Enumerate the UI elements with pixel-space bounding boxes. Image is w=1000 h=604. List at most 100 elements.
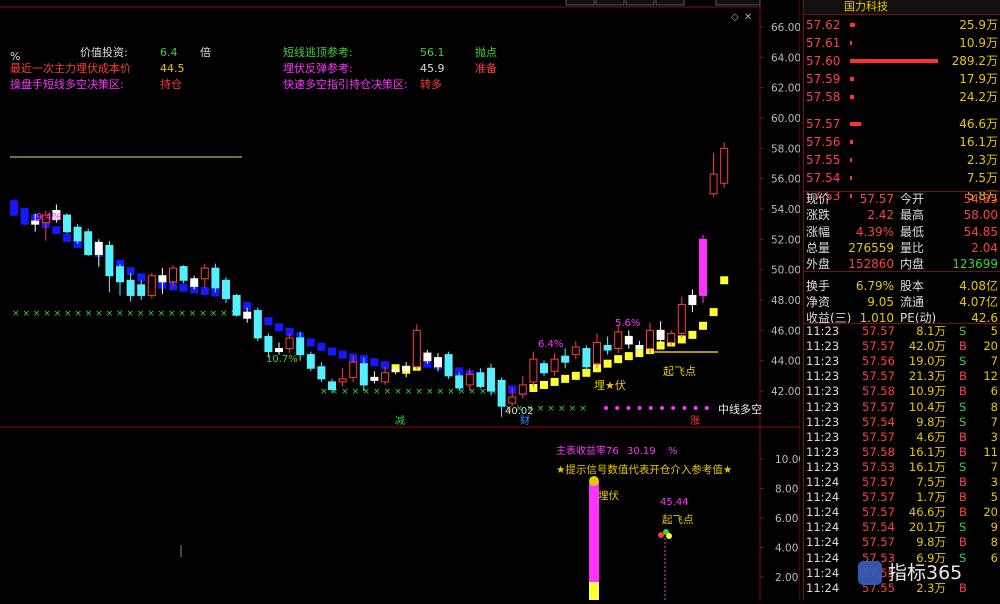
candle-body <box>434 357 442 368</box>
tick-row[interactable]: 11:24 57.57 9.8万 B 8 <box>804 535 1000 550</box>
axis-label: 42.00 <box>771 386 800 398</box>
ambush-signal: 准备 <box>475 61 497 75</box>
x-marker: × <box>352 387 360 397</box>
order-book-row[interactable]: 57.57 46.6万 <box>804 115 1000 133</box>
candle-body <box>635 345 644 350</box>
x-marker: × <box>569 404 577 414</box>
tick-row[interactable]: 11:23 57.57 42.0万 B 20 <box>804 339 1000 354</box>
tick-side: B <box>959 444 967 459</box>
candle-body <box>603 345 612 351</box>
tick-row[interactable]: 11:24 57.54 20.1万 S 9 <box>804 520 1000 535</box>
toolbar-buttons[interactable]: ◇ ✕ <box>565 0 761 23</box>
candle-body <box>137 284 146 296</box>
order-volume: 16.1万 <box>959 135 998 149</box>
kline-chart-area[interactable]: ◇ ✕ % 价值投资: 6.4 倍 最近一次主力埋伏成本价 44.5 操盘手短线… <box>0 0 805 600</box>
order-book-row[interactable]: 57.59 17.9万 <box>804 70 1000 88</box>
order-volume-bar <box>850 77 854 81</box>
trend-block <box>550 377 559 386</box>
order-book-row[interactable]: 57.60 289.2万 <box>804 52 1000 70</box>
tick-row[interactable]: 11:23 57.56 19.0万 S 7 <box>804 354 1000 369</box>
dot-marker <box>682 406 687 410</box>
diamond-icon[interactable]: ◇ <box>731 12 739 23</box>
trend-block <box>688 330 697 339</box>
quote-side-panel[interactable]: 国力科技 57.62 25.9万 57.61 10.9万 57.60 289.2万 57.5… <box>803 0 1000 600</box>
tick-price: 57.54 <box>862 520 895 535</box>
order-book-row[interactable]: 57.56 16.1万 <box>804 133 1000 151</box>
order-book-row[interactable]: 57.61 10.9万 <box>804 34 1000 52</box>
tick-row[interactable]: 11:23 57.57 21.3万 B 12 <box>804 369 1000 384</box>
toolbar-button[interactable] <box>595 0 625 6</box>
tick-price: 57.57 <box>862 399 895 414</box>
tick-count: 12 <box>983 369 998 384</box>
quote-label: 总量 <box>806 240 831 255</box>
tick-time: 11:24 <box>806 505 840 520</box>
order-volume: 289.2万 <box>951 54 998 68</box>
x-marker: × <box>579 404 587 414</box>
tick-row[interactable]: 11:23 57.57 4.6万 B 3 <box>804 430 1000 445</box>
tick-row[interactable]: 11:23 57.57 8.1万 S 5 <box>804 324 1000 339</box>
candle-body <box>476 372 485 387</box>
kline-chart[interactable]: ◇ ✕ % 价值投资: 6.4 倍 最近一次主力埋伏成本价 44.5 操盘手短线… <box>0 0 805 600</box>
tick-side: S <box>959 354 967 369</box>
quote-label: 净资 <box>806 294 831 309</box>
marker-rise: 涨 <box>690 415 700 427</box>
toolbar-button[interactable] <box>565 0 595 6</box>
quick-label: 快速多空指引持仓决策区: <box>283 77 408 91</box>
tick-side: B <box>959 429 967 444</box>
tick-price: 57.57 <box>862 369 895 384</box>
trend-block <box>179 283 188 292</box>
tick-row[interactable]: 11:23 57.58 16.1万 B 11 <box>804 445 1000 460</box>
order-volume-bar <box>850 158 852 162</box>
candle-body <box>328 381 336 390</box>
marker-reduce: 减 <box>395 415 405 427</box>
order-volume: 2.3万 <box>966 153 998 167</box>
candle-body <box>561 355 570 363</box>
axis-label: 58.00 <box>771 143 800 155</box>
tick-row[interactable]: 11:23 57.54 9.8万 S 7 <box>804 415 1000 430</box>
candle-body <box>508 396 517 404</box>
tick-volume: 16.1万 <box>908 459 946 474</box>
pct-annotation-2: 10.7% <box>266 354 298 365</box>
tick-side: B <box>959 475 967 489</box>
tick-row[interactable]: 11:23 57.57 10.4万 S 8 <box>804 400 1000 415</box>
quote-label: 股本 <box>900 278 925 293</box>
tick-time: 11:23 <box>806 414 840 429</box>
x-marker: × <box>558 404 566 414</box>
tick-time: 11:23 <box>806 459 840 474</box>
takeoff-dot <box>666 533 672 539</box>
tick-time: 11:23 <box>806 354 840 369</box>
strategy-value: 持仓 <box>160 77 182 91</box>
tick-row[interactable]: 11:24 57.57 46.6万 B 20 <box>804 505 1000 520</box>
close-icon[interactable]: ✕ <box>744 12 752 23</box>
toolbar-button[interactable] <box>655 0 685 6</box>
axis-label: 66.00 <box>771 22 800 34</box>
candle-body <box>190 278 199 287</box>
order-book-row[interactable]: 57.62 25.9万 <box>804 16 1000 34</box>
tick-row[interactable]: 11:24 57.57 7.5万 B 3 <box>804 475 1000 490</box>
candle-body <box>614 331 623 350</box>
tick-count: 20 <box>983 505 998 520</box>
order-book-row[interactable]: 57.55 2.3万 <box>804 151 1000 169</box>
x-marker: × <box>220 309 228 319</box>
takeoff-dot <box>658 532 664 538</box>
tick-volume: 10.9万 <box>908 384 946 399</box>
toolbar-button[interactable] <box>715 0 761 6</box>
tick-row[interactable]: 11:24 57.57 1.7万 B 5 <box>804 490 1000 505</box>
order-book-row[interactable]: 57.54 7.5万 <box>804 169 1000 187</box>
toolbar-button[interactable] <box>625 0 655 6</box>
dot-marker <box>604 406 608 410</box>
quote-label: 流通 <box>900 294 925 309</box>
x-marker: × <box>341 387 349 397</box>
tick-time: 11:24 <box>806 550 840 565</box>
tick-row[interactable]: 11:23 57.58 10.9万 B 6 <box>804 384 1000 399</box>
tick-volume: 9.8万 <box>916 535 946 550</box>
order-book-row[interactable]: 57.58 24.2万 <box>804 88 1000 106</box>
tick-price: 57.57 <box>862 475 895 489</box>
tick-time: 11:23 <box>806 444 840 459</box>
x-marker: × <box>106 309 114 319</box>
tick-count: 3 <box>990 475 998 489</box>
candle-body <box>285 337 294 350</box>
tick-time: 11:24 <box>806 520 840 535</box>
candle-body <box>423 352 432 362</box>
tick-row[interactable]: 11:23 57.53 16.1万 S 7 <box>804 460 1000 475</box>
